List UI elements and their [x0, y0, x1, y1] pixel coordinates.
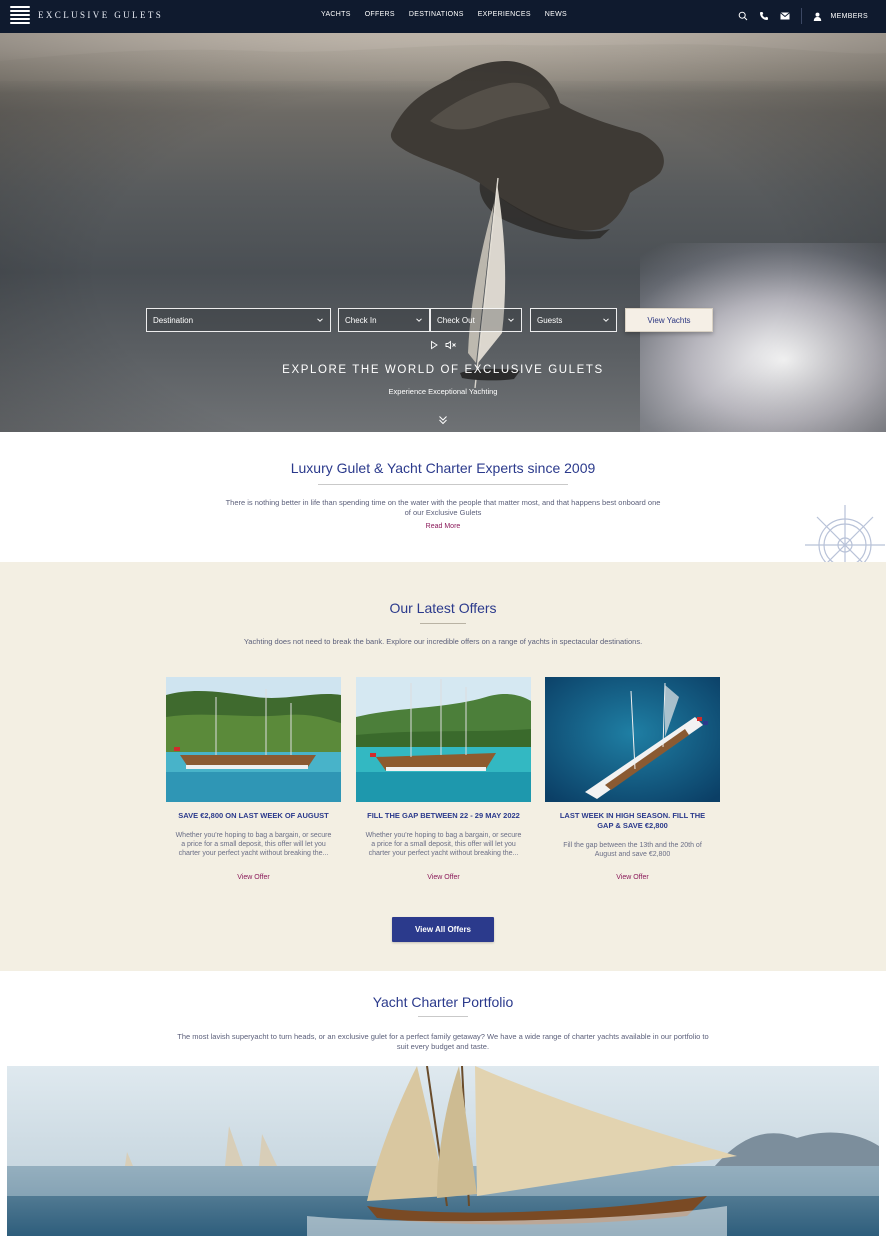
main-menu: YACHTS OFFERS DESTINATIONS EXPERIENCES N… — [321, 11, 567, 18]
yacht-portfolio-section: Yacht Charter Portfolio The most lavish … — [0, 971, 886, 1248]
view-yachts-button[interactable]: View Yachts — [625, 308, 713, 332]
classic-sailing-yacht-image[interactable] — [7, 1066, 879, 1236]
intro-section: Luxury Gulet & Yacht Charter Experts sin… — [0, 432, 886, 562]
mute-icon[interactable] — [445, 340, 457, 350]
title-divider — [420, 623, 466, 624]
intro-text: There is nothing better in life than spe… — [225, 498, 661, 517]
chevron-down-icon — [317, 318, 323, 322]
hero-video: Destination Check In Check Out Guests Vi… — [0, 33, 886, 432]
destination-label: Destination — [153, 315, 194, 325]
offer-text: Whether you're hoping to bag a bargain, … — [365, 832, 522, 857]
hero-subtitle: Experience Exceptional Yachting — [388, 387, 498, 396]
nav-link-yachts[interactable]: YACHTS — [321, 11, 351, 18]
view-all-offers-button[interactable]: View All Offers — [392, 917, 494, 942]
nav-link-experiences[interactable]: EXPERIENCES — [478, 11, 531, 18]
mail-icon[interactable] — [780, 11, 791, 22]
offers-lead: Yachting does not need to break the bank… — [243, 637, 643, 646]
chevron-down-icon — [603, 318, 609, 322]
read-more-link[interactable]: Read More — [0, 523, 886, 530]
waves-logo-icon — [10, 6, 30, 24]
user-icon — [812, 11, 823, 22]
destination-select[interactable]: Destination — [146, 308, 331, 332]
members-button[interactable]: MEMBERS — [812, 11, 869, 22]
hero-title: EXPLORE THE WORLD OF EXCLUSIVE GULETS — [282, 364, 604, 376]
offer-image-gulet-anchored[interactable] — [356, 677, 531, 802]
view-offer-link[interactable]: View Offer — [545, 874, 720, 881]
offer-card: FILL THE GAP BETWEEN 22 - 29 MAY 2022 Wh… — [356, 677, 531, 881]
double-chevron-down-icon[interactable] — [437, 414, 449, 426]
guests-select[interactable]: Guests — [530, 308, 617, 332]
portfolio-title: Yacht Charter Portfolio — [372, 994, 514, 1010]
intro-title: Luxury Gulet & Yacht Charter Experts sin… — [290, 460, 596, 476]
chevron-down-icon — [508, 318, 514, 322]
check-in-field[interactable]: Check In — [338, 308, 430, 332]
offer-image-gulet-bay[interactable] — [166, 677, 341, 802]
ship-wheel-icon — [805, 505, 885, 562]
nav-actions: MEMBERS — [738, 6, 869, 26]
title-divider — [318, 484, 568, 485]
offer-text: Whether you're hoping to bag a bargain, … — [175, 832, 332, 857]
nav-link-offers[interactable]: OFFERS — [365, 11, 395, 18]
top-navigation-bar: EXCLUSIVE GULETS YACHTS OFFERS DESTINATI… — [0, 0, 886, 33]
offer-card: SAVE €2,800 ON LAST WEEK OF AUGUST Wheth… — [166, 677, 341, 881]
offer-card: LAST WEEK IN HIGH SEASON. FILL THE GAP &… — [545, 677, 720, 881]
site-logo[interactable]: EXCLUSIVE GULETS — [10, 6, 163, 24]
offer-title: FILL THE GAP BETWEEN 22 - 29 MAY 2022 — [367, 811, 520, 820]
portfolio-text: The most lavish superyacht to turn heads… — [177, 1032, 709, 1051]
logo-text: EXCLUSIVE GULETS — [38, 10, 164, 20]
members-label: MEMBERS — [830, 12, 868, 20]
nav-link-destinations[interactable]: DESTINATIONS — [409, 11, 464, 18]
check-in-label: Check In — [345, 315, 377, 325]
check-out-field[interactable]: Check Out — [430, 308, 522, 332]
offer-title: SAVE €2,800 ON LAST WEEK OF AUGUST — [178, 811, 329, 820]
title-divider — [418, 1016, 468, 1017]
chevron-down-icon — [416, 318, 422, 322]
video-controls — [429, 340, 457, 350]
play-icon[interactable] — [429, 340, 439, 350]
offer-text: Fill the gap between the 13th and the 20… — [563, 842, 702, 858]
nav-link-news[interactable]: NEWS — [545, 11, 567, 18]
guests-label: Guests — [537, 315, 563, 325]
offers-title: Our Latest Offers — [389, 600, 497, 616]
offer-image-aerial-sailboat[interactable] — [545, 677, 720, 802]
view-offer-link[interactable]: View Offer — [166, 874, 341, 881]
latest-offers-section: Our Latest Offers Yachting does not need… — [0, 562, 886, 971]
search-icon[interactable] — [738, 11, 749, 22]
view-offer-link[interactable]: View Offer — [356, 874, 531, 881]
nav-separator — [800, 8, 802, 24]
offer-title: LAST WEEK IN HIGH SEASON. FILL THE GAP &… — [559, 811, 706, 830]
phone-icon[interactable] — [759, 11, 770, 22]
check-out-label: Check Out — [437, 315, 475, 325]
